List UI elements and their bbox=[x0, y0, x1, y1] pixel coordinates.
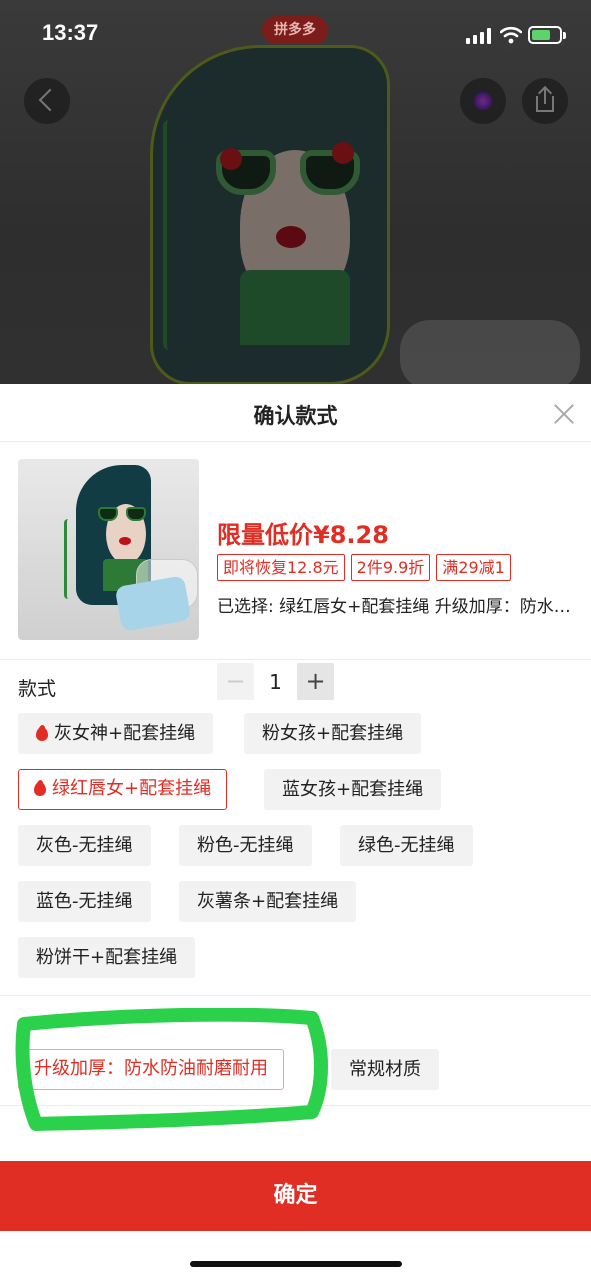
favorite-button[interactable] bbox=[460, 78, 506, 124]
price-text: 限量低价¥8.28 bbox=[217, 521, 389, 549]
selected-variant-text: 已选择: 绿红唇女+配套挂绳 升级加厚：防水防油耐磨耐用 bbox=[217, 597, 573, 617]
wifi-icon bbox=[500, 26, 522, 44]
option-label: 粉女孩+配套挂绳 bbox=[262, 723, 404, 744]
style-options: 灰女神+配套挂绳 粉女孩+配套挂绳 绿红唇女+配套挂绳 蓝女孩+配套挂绳 灰色-… bbox=[18, 660, 578, 996]
material-option-regular[interactable]: 常规材质 bbox=[331, 1049, 439, 1090]
product-thumbnail[interactable] bbox=[18, 459, 199, 640]
sku-selection-sheet: 确认款式 限量低价¥8.28 即将恢复12.8元 2件9.9折 满29减1 已选… bbox=[0, 384, 591, 1280]
style-option-green-no-strap[interactable]: 绿色-无挂绳 bbox=[340, 825, 473, 866]
option-label: 灰色-无挂绳 bbox=[36, 835, 133, 856]
option-label: 常规材质 bbox=[349, 1059, 421, 1080]
hot-flame-icon bbox=[36, 725, 48, 741]
option-label: 粉饼干+配套挂绳 bbox=[36, 947, 178, 968]
cellular-signal-icon bbox=[466, 28, 494, 44]
style-section: 款式 灰女神+配套挂绳 粉女孩+配套挂绳 绿红唇女+配套挂绳 蓝女孩+配套挂绳 … bbox=[0, 660, 591, 996]
option-label: 蓝色-无挂绳 bbox=[36, 891, 133, 912]
option-label: 绿红唇女+配套挂绳 bbox=[52, 778, 212, 799]
promo-tag: 即将恢复12.8元 bbox=[217, 554, 345, 581]
promo-tags: 即将恢复12.8元 2件9.9折 满29减1 bbox=[217, 554, 511, 581]
confirm-button[interactable]: 确定 bbox=[0, 1161, 591, 1231]
style-option-pink-girl[interactable]: 粉女孩+配套挂绳 bbox=[244, 713, 422, 754]
option-label: 灰女神+配套挂绳 bbox=[54, 723, 196, 744]
hot-flame-icon bbox=[34, 780, 46, 796]
share-button[interactable] bbox=[522, 78, 568, 124]
option-label: 蓝女孩+配套挂绳 bbox=[282, 779, 424, 800]
option-label: 粉色-无挂绳 bbox=[197, 835, 294, 856]
promo-tag: 2件9.9折 bbox=[350, 554, 431, 581]
style-option-blue-no-strap[interactable]: 蓝色-无挂绳 bbox=[18, 881, 151, 922]
sheet-title: 确认款式 bbox=[253, 404, 338, 428]
style-option-blue-girl[interactable]: 蓝女孩+配套挂绳 bbox=[264, 769, 442, 810]
style-option-gray-no-strap[interactable]: 灰色-无挂绳 bbox=[18, 825, 151, 866]
status-time: 13:37 bbox=[42, 20, 99, 45]
style-option-gray-goddess[interactable]: 灰女神+配套挂绳 bbox=[18, 713, 214, 754]
style-option-pink-cookie[interactable]: 粉饼干+配套挂绳 bbox=[18, 937, 196, 978]
promo-tag: 满29减1 bbox=[436, 554, 511, 581]
option-label: 灰薯条+配套挂绳 bbox=[197, 891, 339, 912]
close-icon[interactable] bbox=[553, 403, 575, 425]
home-indicator bbox=[190, 1261, 402, 1267]
sheet-header: 确认款式 bbox=[0, 384, 591, 442]
status-bar: 13:37 拼多多 bbox=[0, 0, 591, 70]
style-option-pink-no-strap[interactable]: 粉色-无挂绳 bbox=[179, 825, 312, 866]
highlight-annotation bbox=[15, 1008, 328, 1131]
battery-icon bbox=[528, 26, 566, 44]
product-summary: 限量低价¥8.28 即将恢复12.8元 2件9.9折 满29减1 已选择: 绿红… bbox=[0, 442, 591, 700]
style-option-green-redlip[interactable]: 绿红唇女+配套挂绳 bbox=[18, 769, 228, 810]
back-button[interactable] bbox=[24, 78, 70, 124]
app-badge: 拼多多 bbox=[262, 16, 328, 44]
option-label: 绿色-无挂绳 bbox=[358, 835, 455, 856]
style-option-gray-fries[interactable]: 灰薯条+配套挂绳 bbox=[179, 881, 357, 922]
